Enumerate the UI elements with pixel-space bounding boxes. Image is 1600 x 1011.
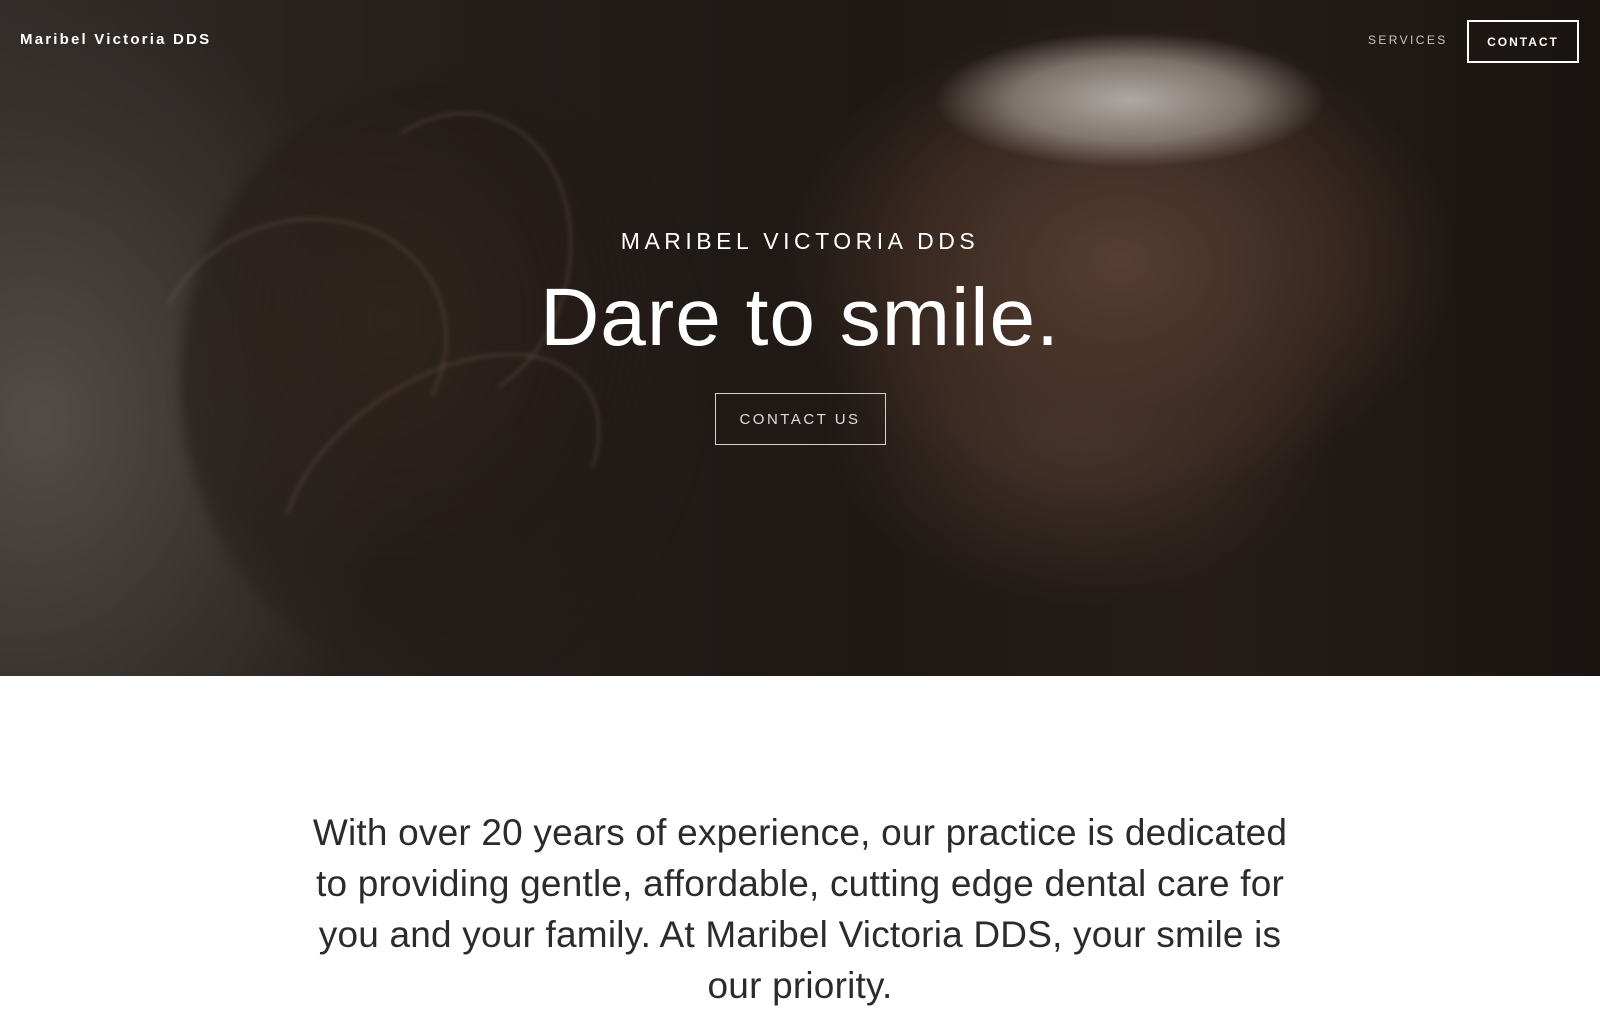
hero-content: MARIBEL VICTORIA DDS Dare to smile. CONT… [0,228,1600,446]
hero-heading: Dare to smile. [540,272,1060,363]
site-title[interactable]: Maribel Victoria DDS [20,31,211,48]
hero-kicker: MARIBEL VICTORIA DDS [620,228,980,254]
nav-contact-button[interactable]: CONTACT [1467,20,1579,63]
intro-paragraph: With over 20 years of experience, our pr… [312,812,1288,1006]
hero-banner: Maribel Victoria DDS SERVICES CONTACT MA… [0,0,1600,676]
nav-link-services[interactable]: SERVICES [1368,33,1448,47]
contact-us-button[interactable]: CONTACT US [714,393,886,446]
